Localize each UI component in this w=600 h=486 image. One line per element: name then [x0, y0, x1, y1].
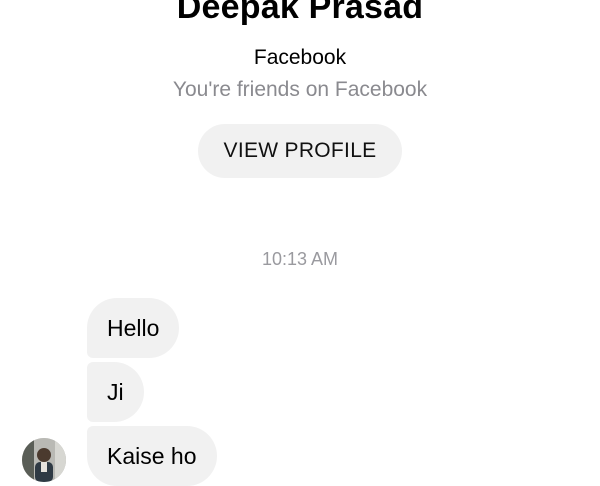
- message-bubble[interactable]: Hello: [87, 298, 180, 358]
- view-profile-button[interactable]: VIEW PROFILE: [198, 124, 402, 178]
- contact-network: Facebook: [253, 46, 347, 69]
- friend-status: You're friends on Facebook: [172, 78, 428, 101]
- contact-name: Deepak Prasad: [176, 0, 424, 26]
- message-bubble[interactable]: Ji: [87, 362, 144, 422]
- avatar-photo: [22, 438, 66, 482]
- message-bubble[interactable]: Kaise ho: [87, 426, 217, 486]
- avatar[interactable]: [22, 438, 66, 482]
- message-timestamp: 10:13 AM: [261, 249, 339, 269]
